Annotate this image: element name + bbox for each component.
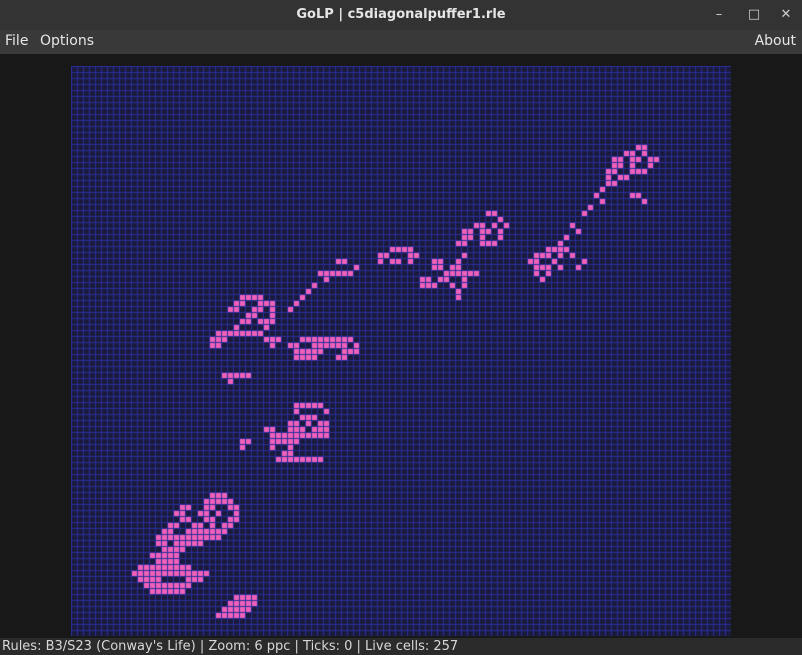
maximize-button[interactable]: □ bbox=[744, 6, 764, 24]
menu-options-label: Options bbox=[40, 33, 95, 49]
life-grid-canvas[interactable] bbox=[71, 66, 731, 636]
status-text: Rules: B3/S23 (Conway's Life) | Zoom: 6 … bbox=[2, 639, 459, 654]
board-viewport bbox=[0, 54, 802, 638]
close-button[interactable]: ✕ bbox=[776, 6, 796, 24]
menu-bar: File Options About bbox=[0, 30, 802, 54]
minimize-button[interactable]: – bbox=[709, 6, 729, 24]
menu-about[interactable]: About bbox=[755, 33, 796, 49]
status-bar: Rules: B3/S23 (Conway's Life) | Zoom: 6 … bbox=[0, 638, 802, 655]
menu-about-label: About bbox=[754, 33, 796, 49]
window-title: GoLP | c5diagonalpuffer1.rle bbox=[296, 7, 506, 22]
menu-file-label: File bbox=[5, 33, 29, 49]
title-bar: GoLP | c5diagonalpuffer1.rle – □ ✕ bbox=[0, 0, 802, 30]
menu-file[interactable]: File bbox=[5, 33, 28, 49]
menu-options[interactable]: Options bbox=[40, 33, 94, 49]
